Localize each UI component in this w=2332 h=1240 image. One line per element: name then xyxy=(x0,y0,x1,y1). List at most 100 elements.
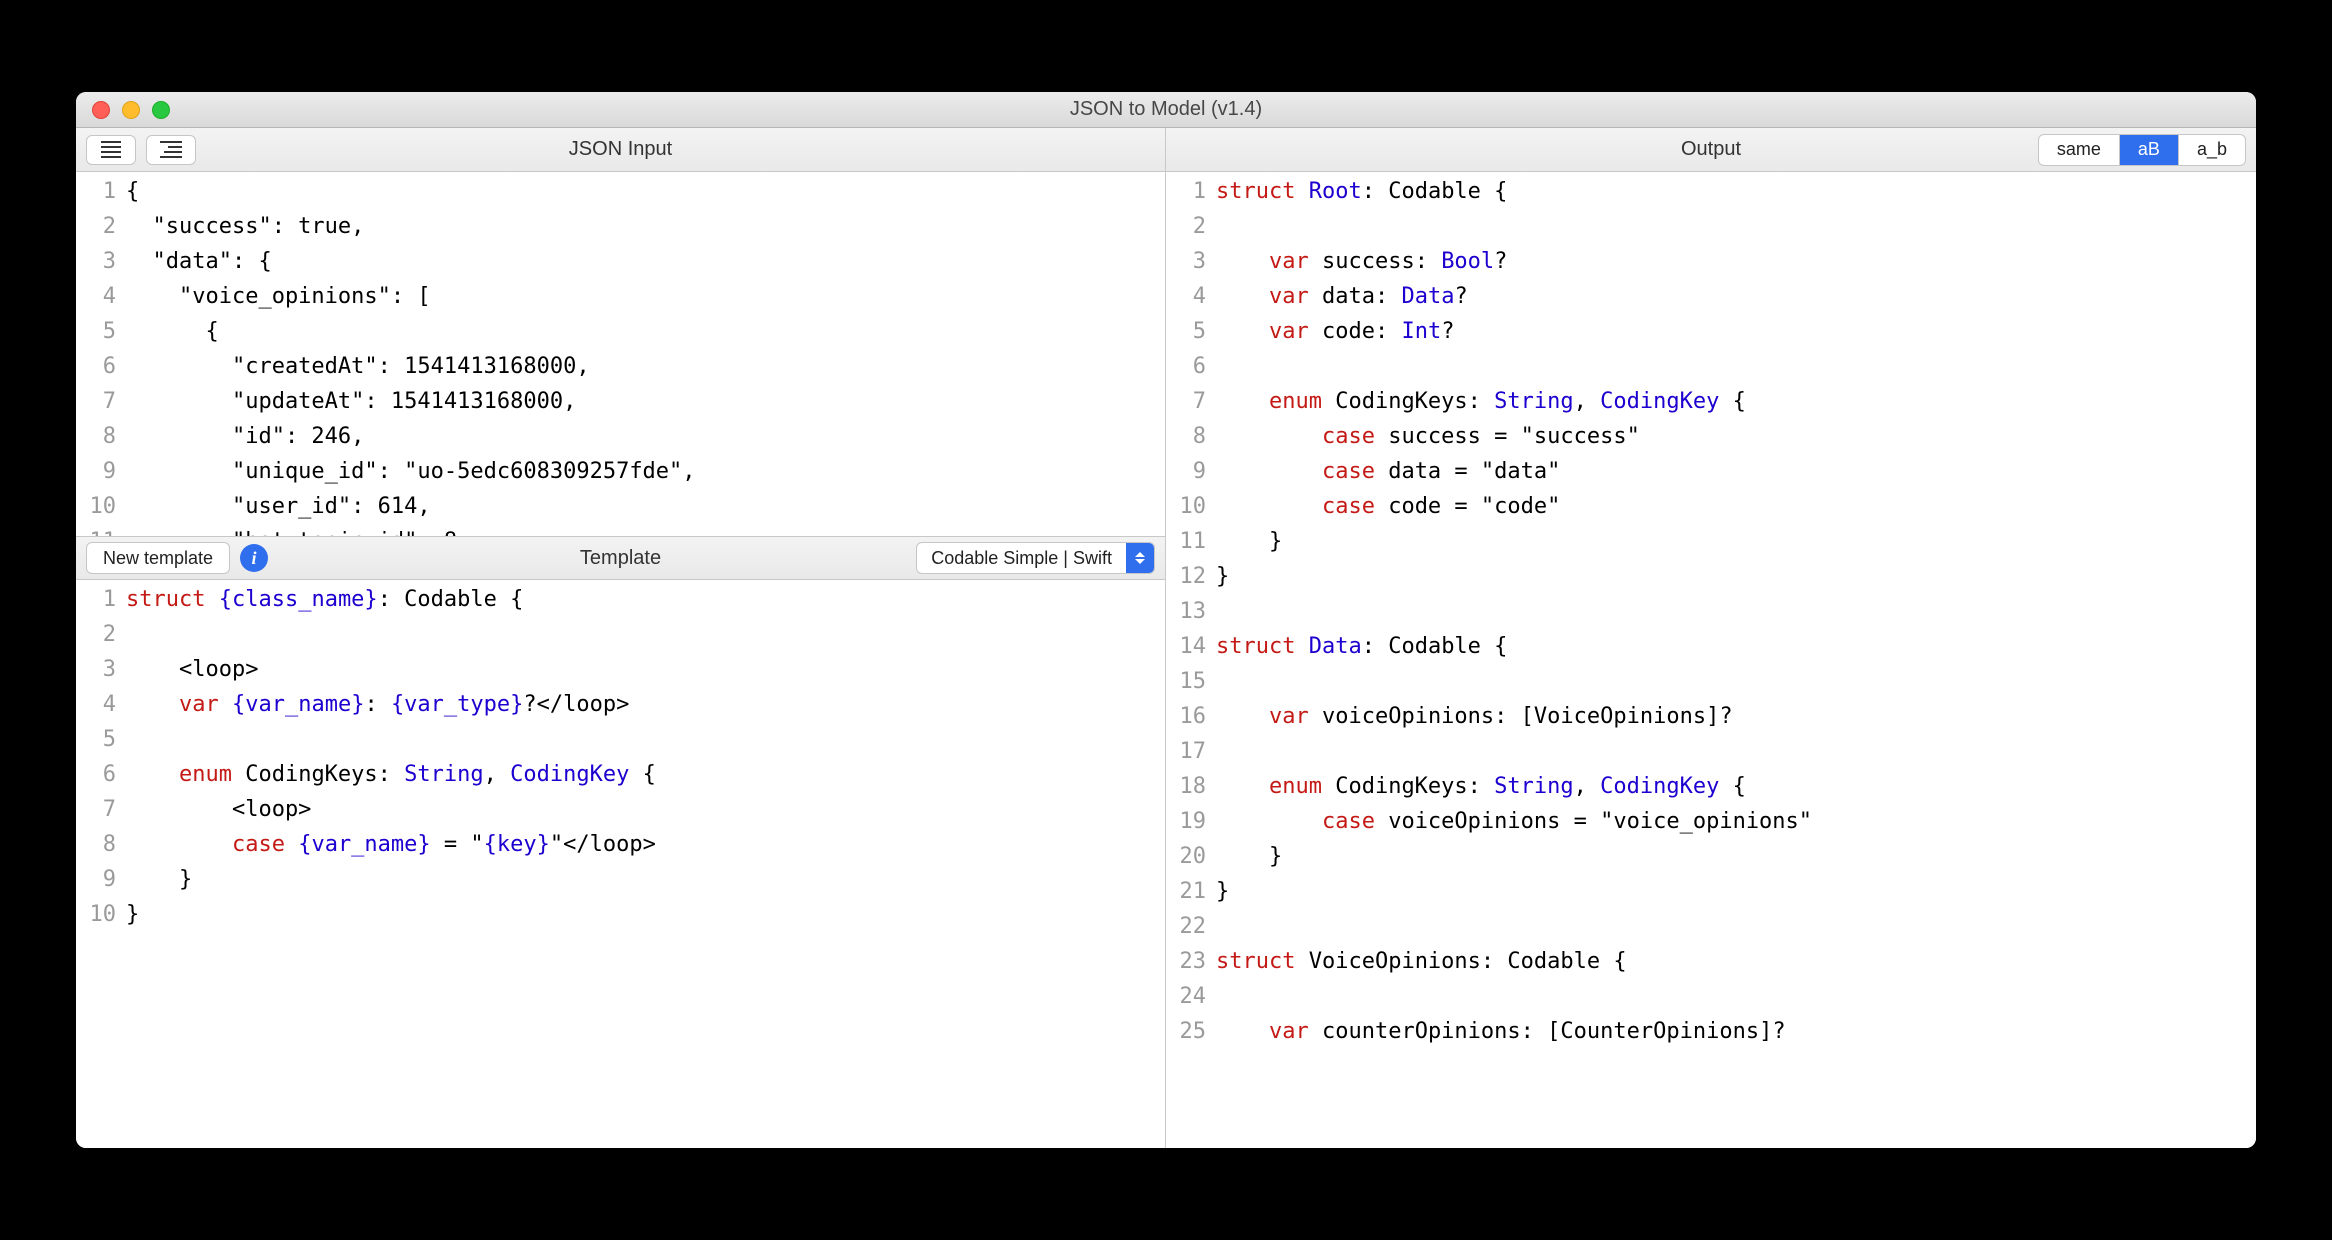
output-line: 10 case code = "code" xyxy=(1166,489,2256,524)
output-line: 20 } xyxy=(1166,839,2256,874)
output-line: 7 enum CodingKeys: String, CodingKey { xyxy=(1166,384,2256,419)
seg-same[interactable]: same xyxy=(2039,135,2120,165)
template-toolbar: New template i Template Codable Simple |… xyxy=(76,536,1165,580)
line-number: 3 xyxy=(76,244,126,279)
code-content: } xyxy=(1216,839,2256,874)
code-content xyxy=(1216,979,2256,1014)
code-content: <loop> xyxy=(126,792,1165,827)
line-number: 1 xyxy=(76,174,126,209)
line-number: 1 xyxy=(1166,174,1216,209)
format-justify-button[interactable] xyxy=(86,135,136,165)
code-content: case {var_name} = "{key}"</loop> xyxy=(126,827,1165,862)
line-number: 8 xyxy=(1166,419,1216,454)
input-line: 11 "hot_topic_id": 8, xyxy=(76,524,1165,536)
code-content: struct Data: Codable { xyxy=(1216,629,2256,664)
input-section-title: JSON Input xyxy=(76,138,1165,161)
template-line: 3 <loop> xyxy=(76,652,1165,687)
template-line: 2 xyxy=(76,617,1165,652)
template-line: 7 <loop> xyxy=(76,792,1165,827)
titlebar: JSON to Model (v1.4) xyxy=(76,92,2256,128)
line-number: 19 xyxy=(1166,804,1216,839)
justify-icon xyxy=(101,141,121,158)
code-content xyxy=(1216,209,2256,244)
template-editor[interactable]: 1struct {class_name}: Codable {23 <loop>… xyxy=(76,580,1165,1148)
line-number: 13 xyxy=(1166,594,1216,629)
line-number: 17 xyxy=(1166,734,1216,769)
code-content: struct Root: Codable { xyxy=(1216,174,2256,209)
line-number: 4 xyxy=(1166,279,1216,314)
code-content: "success": true, xyxy=(126,209,1165,244)
template-line: 9 } xyxy=(76,862,1165,897)
code-content: } xyxy=(1216,874,2256,909)
line-number: 8 xyxy=(76,419,126,454)
template-select[interactable]: Codable Simple | Swift xyxy=(916,542,1155,574)
input-line: 4 "voice_opinions": [ xyxy=(76,279,1165,314)
info-icon[interactable]: i xyxy=(240,544,268,572)
template-line: 6 enum CodingKeys: String, CodingKey { xyxy=(76,757,1165,792)
code-content: "createdAt": 1541413168000, xyxy=(126,349,1165,384)
output-line: 23struct VoiceOpinions: Codable { xyxy=(1166,944,2256,979)
template-line: 4 var {var_name}: {var_type}?</loop> xyxy=(76,687,1165,722)
indent-icon xyxy=(160,141,182,158)
output-line: 22 xyxy=(1166,909,2256,944)
line-number: 2 xyxy=(1166,209,1216,244)
template-select-value: Codable Simple | Swift xyxy=(917,548,1126,569)
input-toolbar: JSON Input xyxy=(76,128,1165,172)
output-line: 21} xyxy=(1166,874,2256,909)
code-content: enum CodingKeys: String, CodingKey { xyxy=(1216,384,2256,419)
line-number: 3 xyxy=(1166,244,1216,279)
line-number: 22 xyxy=(1166,909,1216,944)
template-line: 10} xyxy=(76,897,1165,932)
format-indent-button[interactable] xyxy=(146,135,196,165)
code-content: } xyxy=(1216,524,2256,559)
seg-snakecase[interactable]: a_b xyxy=(2179,135,2245,165)
line-number: 9 xyxy=(76,454,126,489)
new-template-button[interactable]: New template xyxy=(86,542,230,574)
code-content: "updateAt": 1541413168000, xyxy=(126,384,1165,419)
input-line: 10 "user_id": 614, xyxy=(76,489,1165,524)
output-line: 25 var counterOpinions: [CounterOpinions… xyxy=(1166,1014,2256,1049)
output-line: 16 var voiceOpinions: [VoiceOpinions]? xyxy=(1166,699,2256,734)
line-number: 3 xyxy=(76,652,126,687)
input-line: 7 "updateAt": 1541413168000, xyxy=(76,384,1165,419)
app-window: JSON to Model (v1.4) JSO xyxy=(76,92,2256,1148)
code-content xyxy=(1216,594,2256,629)
output-toolbar: Output same aB a_b xyxy=(1166,128,2256,172)
code-content: case data = "data" xyxy=(1216,454,2256,489)
code-content: { xyxy=(126,314,1165,349)
line-number: 24 xyxy=(1166,979,1216,1014)
line-number: 25 xyxy=(1166,1014,1216,1049)
output-line: 24 xyxy=(1166,979,2256,1014)
line-number: 16 xyxy=(1166,699,1216,734)
code-content: case code = "code" xyxy=(1216,489,2256,524)
seg-camelcase[interactable]: aB xyxy=(2120,135,2179,165)
line-number: 8 xyxy=(76,827,126,862)
line-number: 9 xyxy=(76,862,126,897)
output-line: 2 xyxy=(1166,209,2256,244)
code-content: struct {class_name}: Codable { xyxy=(126,582,1165,617)
output-line: 12} xyxy=(1166,559,2256,594)
output-line: 19 case voiceOpinions = "voice_opinions" xyxy=(1166,804,2256,839)
line-number: 11 xyxy=(1166,524,1216,559)
line-number: 6 xyxy=(76,757,126,792)
input-line: 6 "createdAt": 1541413168000, xyxy=(76,349,1165,384)
line-number: 7 xyxy=(76,384,126,419)
line-number: 4 xyxy=(76,687,126,722)
line-number: 5 xyxy=(1166,314,1216,349)
output-line: 3 var success: Bool? xyxy=(1166,244,2256,279)
output-line: 5 var code: Int? xyxy=(1166,314,2256,349)
code-content: { xyxy=(126,174,1165,209)
output-line: 18 enum CodingKeys: String, CodingKey { xyxy=(1166,769,2256,804)
output-line: 8 case success = "success" xyxy=(1166,419,2256,454)
output-editor[interactable]: 1struct Root: Codable {23 var success: B… xyxy=(1166,172,2256,1148)
output-line: 13 xyxy=(1166,594,2256,629)
line-number: 4 xyxy=(76,279,126,314)
output-line: 17 xyxy=(1166,734,2256,769)
input-line: 8 "id": 246, xyxy=(76,419,1165,454)
code-content: var {var_name}: {var_type}?</loop> xyxy=(126,687,1165,722)
code-content xyxy=(1216,909,2256,944)
json-input-editor[interactable]: 1{2 "success": true,3 "data": {4 "voice_… xyxy=(76,172,1165,536)
line-number: 5 xyxy=(76,314,126,349)
line-number: 6 xyxy=(76,349,126,384)
template-line: 1struct {class_name}: Codable { xyxy=(76,582,1165,617)
